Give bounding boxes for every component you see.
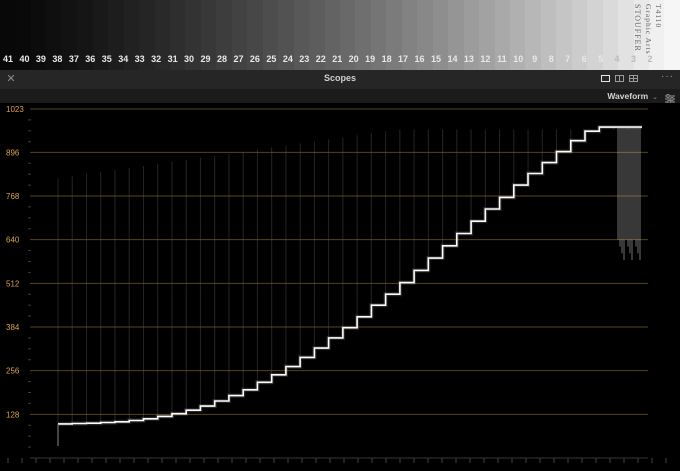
step-number: 36 xyxy=(85,54,96,64)
step-number: 40 xyxy=(19,54,30,64)
step-number: 26 xyxy=(249,54,260,64)
settings-sliders-icon[interactable] xyxy=(665,91,675,104)
step-number: 7 xyxy=(565,54,571,64)
step-number: 11 xyxy=(497,54,507,64)
step-number: 5 xyxy=(598,54,604,64)
step-number: 17 xyxy=(398,54,409,64)
brand-line-2: Graphic Arts xyxy=(644,4,653,55)
brand-line-1: STOUFFER xyxy=(633,4,642,52)
step-numbers: 41 40 39 38 37 36 35 34 33 32 31 30 29 28 27 26 25 24 23 22… xyxy=(0,54,680,68)
step-number: 39 xyxy=(35,54,46,64)
step-number: 23 xyxy=(299,54,310,64)
scope-type-dropdown[interactable]: Waveform ⌄ xyxy=(607,91,658,101)
y-tick-label: 896 xyxy=(6,148,20,157)
step-number: 16 xyxy=(414,54,425,64)
step-number: 41 xyxy=(2,54,13,64)
step-number: 22 xyxy=(315,54,326,64)
y-tick-label: 512 xyxy=(6,279,20,288)
step-number: 37 xyxy=(68,54,79,64)
step-number: 13 xyxy=(463,54,474,64)
chart-brand-label: STOUFFER Graphic Arts T4110 xyxy=(624,4,664,66)
video-preview: 41 40 39 38 37 36 35 34 33 32 31 30 29 28 27 26 25 24 23 22… xyxy=(0,0,680,70)
waveform-scope: 1023 896 768 640 512 384 256 128 xyxy=(0,103,680,471)
step-number: 21 xyxy=(332,54,343,64)
waveform-graph: 1023 896 768 640 512 384 256 128 xyxy=(6,105,667,463)
step-number: 28 xyxy=(216,54,227,64)
more-dots-icon[interactable]: ··· xyxy=(661,71,674,82)
step-number: 10 xyxy=(513,54,524,64)
step-number: 32 xyxy=(151,54,162,64)
y-tick-label: 1023 xyxy=(6,105,24,114)
y-tick-label: 768 xyxy=(6,192,20,201)
step-number: 33 xyxy=(134,54,145,64)
waveform-trace-glow xyxy=(58,125,642,426)
step-number: 30 xyxy=(184,54,195,64)
step-number: 34 xyxy=(118,54,129,64)
chevron-down-icon: ⌄ xyxy=(652,94,658,101)
step-number: 38 xyxy=(52,54,63,64)
step-number: 18 xyxy=(381,54,392,64)
step-number: 8 xyxy=(548,54,554,64)
step-number: 24 xyxy=(282,54,293,64)
scopes-panel-header: ✕ Scopes ··· xyxy=(0,70,680,90)
quad-view-icon[interactable] xyxy=(629,75,638,82)
step-number: 9 xyxy=(532,54,538,64)
step-number: 35 xyxy=(101,54,112,64)
y-tick-label: 256 xyxy=(6,367,20,376)
y-tick-label: 640 xyxy=(6,236,20,245)
step-number: 19 xyxy=(365,54,376,64)
panel-title: Scopes xyxy=(323,73,356,83)
step-number: 14 xyxy=(447,54,458,64)
step-number: 4 xyxy=(614,54,620,64)
step-number: 6 xyxy=(581,54,587,64)
scope-toolbar: Waveform ⌄ xyxy=(0,89,680,104)
waveform-trace xyxy=(58,126,642,425)
step-number: 15 xyxy=(430,54,441,64)
y-tick-label: 128 xyxy=(6,410,20,419)
step-number: 20 xyxy=(348,54,359,64)
dual-view-icon[interactable] xyxy=(615,75,624,82)
step-number: 31 xyxy=(167,54,178,64)
step-number: 27 xyxy=(233,54,244,64)
step-number: 29 xyxy=(200,54,211,64)
single-view-icon[interactable] xyxy=(601,75,610,82)
scope-type-label: Waveform xyxy=(607,91,649,101)
y-tick-label: 384 xyxy=(6,323,20,332)
brand-line-3: T4110 xyxy=(654,4,663,29)
step-number: 12 xyxy=(480,54,491,64)
step-number: 25 xyxy=(266,54,277,64)
